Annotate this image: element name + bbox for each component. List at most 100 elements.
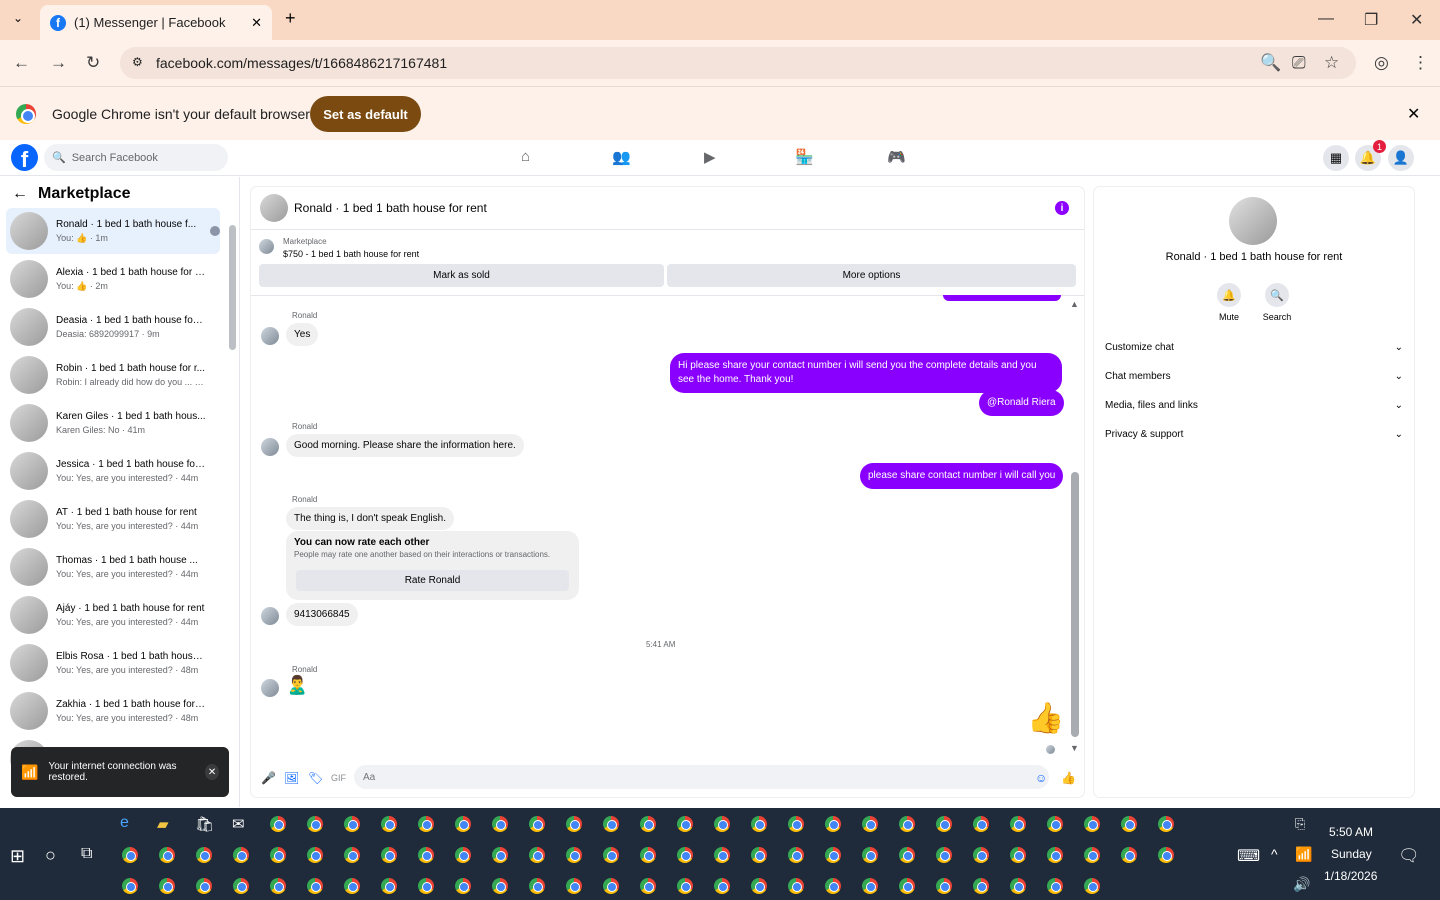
forward-icon[interactable]: → [50, 53, 67, 73]
details-section[interactable]: Customize chat ⌄ [1105, 342, 1403, 353]
maximize-icon[interactable]: ❐ [1364, 10, 1378, 30]
volume-icon[interactable]: 🔊 [1293, 876, 1310, 893]
store-icon[interactable]: 🛍 [195, 815, 214, 833]
message-bubble-outgoing[interactable]: Hi please share your contact number i wi… [670, 353, 1062, 393]
browser-tab[interactable]: f (1) Messenger | Facebook ✕ [40, 5, 272, 40]
conversation-item[interactable]: Karen Giles · 1 bed 1 bath hous... Karen … [6, 400, 220, 446]
chrome-taskbar-icon[interactable] [1084, 878, 1100, 894]
chrome-taskbar-icon[interactable] [899, 878, 915, 894]
chrome-taskbar-icon[interactable] [529, 878, 545, 894]
chrome-taskbar-icon[interactable] [862, 816, 878, 832]
chrome-taskbar-icon[interactable] [492, 816, 508, 832]
message-bubble-outgoing[interactable]: please share contact number i will call … [860, 463, 1064, 489]
message-bubble[interactable]: Yes [286, 323, 319, 346]
chrome-taskbar-icon[interactable] [603, 847, 619, 863]
chat-avatar[interactable] [260, 194, 288, 222]
chrome-taskbar-icon[interactable] [640, 816, 656, 832]
chrome-taskbar-icon[interactable] [714, 847, 730, 863]
rate-ronald-button[interactable]: Rate Ronald [296, 570, 569, 591]
conversation-item[interactable]: Deasia · 1 bed 1 bath house for ... Deasi… [6, 304, 220, 350]
chrome-taskbar-icon[interactable] [492, 878, 508, 894]
conversation-item[interactable]: Ajáy · 1 bed 1 bath house for rent You: Y… [6, 592, 220, 638]
chrome-taskbar-icon[interactable] [492, 847, 508, 863]
chrome-taskbar-icon[interactable] [344, 878, 360, 894]
gaming-icon[interactable]: 🎮 [887, 148, 906, 166]
chrome-taskbar-icon[interactable] [640, 878, 656, 894]
file-explorer-icon[interactable]: ▰ [157, 815, 169, 833]
large-like-message[interactable]: 👍 [1027, 701, 1064, 736]
chrome-taskbar-icon[interactable] [1047, 816, 1063, 832]
chrome-taskbar-icon[interactable] [973, 878, 989, 894]
chrome-taskbar-icon[interactable] [270, 816, 286, 832]
details-avatar[interactable] [1229, 197, 1277, 245]
bookmark-star-icon[interactable]: ☆ [1324, 53, 1339, 73]
menu-dots-icon[interactable]: ⋮ [1412, 53, 1429, 73]
chrome-taskbar-icon[interactable] [973, 847, 989, 863]
task-view-icon[interactable]: ⧉ [81, 845, 92, 863]
sender-avatar[interactable] [261, 679, 279, 697]
conversation-item[interactable]: Thomas · 1 bed 1 bath house ... You: Yes,… [6, 544, 220, 590]
emoji-picker-icon[interactable]: ☺ [1035, 771, 1047, 785]
chrome-taskbar-icon[interactable] [973, 816, 989, 832]
chrome-taskbar-icon[interactable] [344, 816, 360, 832]
chrome-taskbar-icon[interactable] [1010, 816, 1026, 832]
chrome-taskbar-icon[interactable] [159, 878, 175, 894]
chrome-taskbar-icon[interactable] [825, 847, 841, 863]
menu-grid-icon[interactable]: ▦ [1323, 145, 1349, 171]
chrome-taskbar-icon[interactable] [233, 847, 249, 863]
chrome-taskbar-icon[interactable] [566, 816, 582, 832]
mention-bubble[interactable]: @Ronald Riera [979, 390, 1064, 416]
chrome-taskbar-icon[interactable] [566, 847, 582, 863]
chrome-taskbar-icon[interactable] [381, 816, 397, 832]
chrome-taskbar-icon[interactable] [751, 878, 767, 894]
conversation-item[interactable]: Jessica · 1 bed 1 bath house for ... You:… [6, 448, 220, 494]
conversation-item[interactable]: Ronald · 1 bed 1 bath house f... You: 👍 ·… [6, 208, 220, 254]
chrome-taskbar-icon[interactable] [899, 847, 915, 863]
conversation-item[interactable]: Robin · 1 bed 1 bath house for r... Robin… [6, 352, 220, 398]
hidden-icons-chevron-icon[interactable]: ^ [1271, 846, 1278, 862]
chrome-taskbar-icon[interactable] [714, 878, 730, 894]
set-as-default-button[interactable]: Set as default [310, 96, 421, 132]
chrome-taskbar-icon[interactable] [788, 878, 804, 894]
photo-icon[interactable]: 🖼 [284, 771, 299, 785]
chrome-taskbar-icon[interactable] [270, 847, 286, 863]
microphone-icon[interactable]: 🎤 [261, 771, 276, 785]
marketplace-icon[interactable]: 🏪 [795, 148, 814, 166]
scroll-down-icon[interactable]: ▼ [1070, 743, 1079, 753]
conversation-item[interactable]: Alexia · 1 bed 1 bath house for r... You:… [6, 256, 220, 302]
chat-title[interactable]: Ronald · 1 bed 1 bath house for rent [294, 201, 487, 215]
minimize-icon[interactable]: — [1318, 10, 1334, 28]
facebook-search-input[interactable]: 🔍 Search Facebook [44, 144, 228, 171]
chrome-taskbar-icon[interactable] [862, 847, 878, 863]
chrome-taskbar-icon[interactable] [307, 847, 323, 863]
chrome-taskbar-icon[interactable] [936, 816, 952, 832]
details-section[interactable]: Media, files and links ⌄ [1105, 400, 1403, 411]
chrome-taskbar-icon[interactable] [788, 847, 804, 863]
details-section[interactable]: Chat members ⌄ [1105, 371, 1403, 382]
message-bubble[interactable]: Good morning. Please share the informati… [286, 434, 524, 457]
clock-time[interactable]: 5:50 AM [1329, 825, 1373, 839]
chrome-taskbar-icon[interactable] [825, 878, 841, 894]
listing-price[interactable]: $750 - 1 bed 1 bath house for rent [283, 249, 419, 259]
clock-date[interactable]: 1/18/2026 [1324, 869, 1377, 883]
chrome-taskbar-icon[interactable] [751, 847, 767, 863]
chrome-taskbar-icon[interactable] [788, 816, 804, 832]
conversation-item[interactable]: AT · 1 bed 1 bath house for rent You: Yes… [6, 496, 220, 542]
chrome-taskbar-icon[interactable] [677, 878, 693, 894]
home-icon[interactable]: ⌂ [521, 148, 530, 165]
meet-now-icon[interactable]: ⎘ [1295, 816, 1305, 832]
chrome-taskbar-icon[interactable] [270, 878, 286, 894]
close-tab-icon[interactable]: ✕ [251, 15, 262, 31]
message-bubble[interactable]: The thing is, I don't speak English. [286, 507, 454, 530]
chrome-taskbar-icon[interactable] [825, 816, 841, 832]
close-toast-icon[interactable]: ✕ [205, 764, 219, 780]
chrome-taskbar-icon[interactable] [936, 878, 952, 894]
chrome-taskbar-icon[interactable] [529, 847, 545, 863]
chrome-taskbar-icon[interactable] [307, 878, 323, 894]
install-app-icon[interactable]: ⎚ [1292, 53, 1306, 73]
sender-avatar[interactable] [261, 438, 279, 456]
emoji-message[interactable]: 🙎‍♂️ [286, 675, 308, 696]
chrome-taskbar-icon[interactable] [1010, 878, 1026, 894]
message-bubble[interactable]: 9413066845 [286, 603, 358, 626]
chat-scrollbar[interactable] [1071, 472, 1079, 737]
